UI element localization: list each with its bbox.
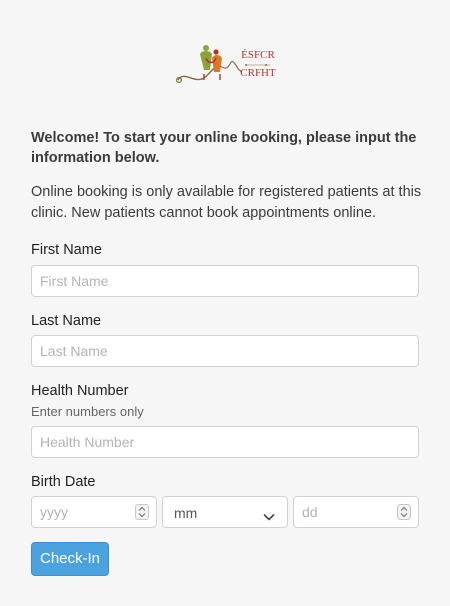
logo-text-line1: ÉSFCR	[241, 49, 275, 61]
chevron-down-icon	[263, 508, 275, 526]
check-in-button[interactable]: Check-In	[31, 542, 109, 576]
booking-page: ÉSFCR CRFHT Welcome! To start your onlin…	[0, 0, 450, 606]
logo-text-line2: CRFHT	[240, 67, 276, 79]
birth-month-select[interactable]: mm	[162, 496, 288, 528]
year-spinner-icon[interactable]	[135, 504, 149, 520]
clinic-logo: ÉSFCR CRFHT	[176, 40, 276, 90]
intro-message: Online booking is only available for reg…	[31, 184, 422, 221]
birth-date-label: Birth Date	[31, 474, 96, 490]
first-name-input[interactable]	[31, 265, 419, 297]
last-name-input[interactable]	[31, 335, 419, 367]
clinic-logo-graphic: ÉSFCR CRFHT	[176, 45, 276, 83]
birth-day-field[interactable]	[293, 496, 419, 528]
last-name-label: Last Name	[31, 313, 102, 329]
health-number-input[interactable]	[31, 426, 419, 458]
health-number-help: Enter numbers only	[31, 404, 144, 419]
birth-year-field[interactable]	[31, 496, 157, 528]
first-name-label: First Name	[31, 242, 102, 258]
welcome-message: Welcome! To start your online booking, p…	[31, 130, 417, 166]
birth-month-value: mm	[174, 505, 198, 521]
day-spinner-icon[interactable]	[397, 504, 411, 520]
health-number-label: Health Number	[31, 383, 129, 399]
